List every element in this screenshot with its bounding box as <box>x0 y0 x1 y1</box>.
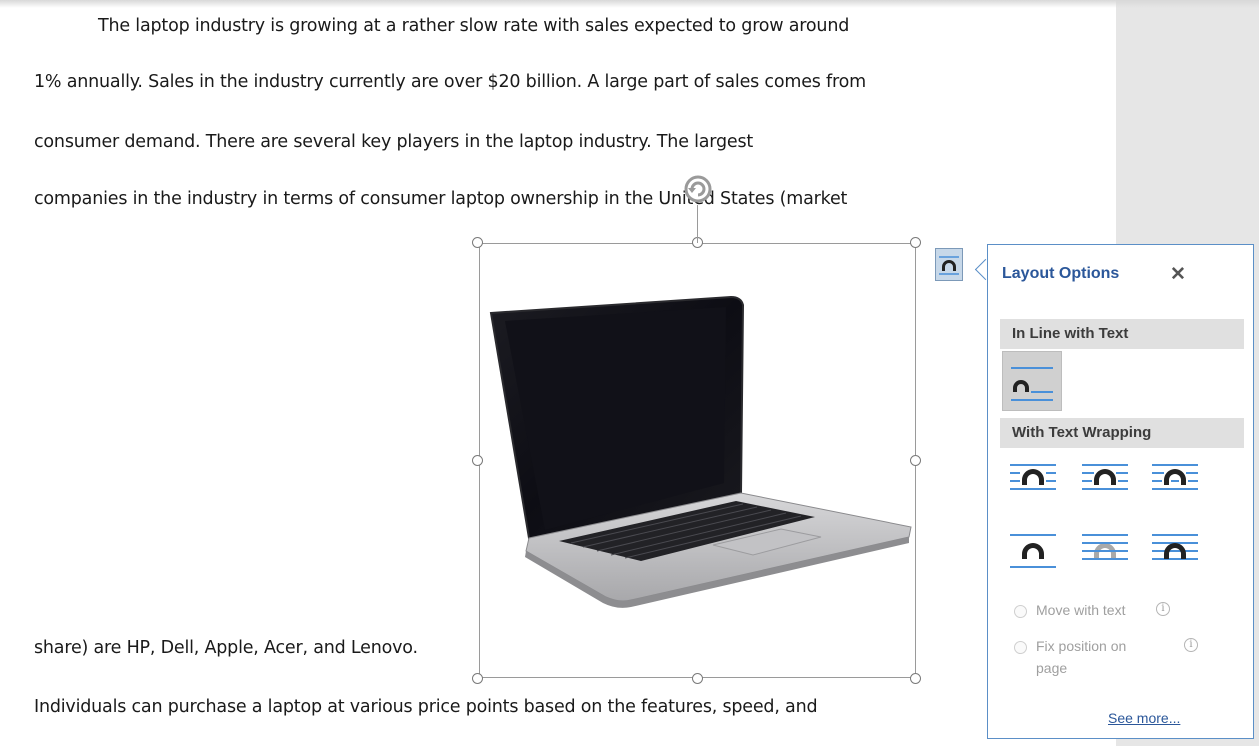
wrap-tight-option[interactable] <box>1074 455 1134 515</box>
resize-handle-bottom[interactable] <box>692 673 703 684</box>
resize-handle-bottom-right[interactable] <box>910 673 921 684</box>
paragraph-line: companies in the industry in terms of co… <box>34 189 848 209</box>
paragraph-line: The laptop industry is growing at a rath… <box>98 16 850 36</box>
fix-position-label-cont: page <box>1036 660 1068 676</box>
info-icon[interactable]: i <box>1156 602 1170 616</box>
paragraph-line: share) are HP, Dell, Apple, Acer, and Le… <box>34 638 418 658</box>
wrap-through-icon <box>1152 464 1198 490</box>
rotate-handle-icon[interactable] <box>683 174 713 204</box>
fix-position-label: Fix position on <box>1036 638 1127 654</box>
paragraph-line: 1% annually. Sales in the industry curre… <box>34 72 866 92</box>
wrap-square-option[interactable] <box>1002 455 1062 515</box>
inline-icon <box>1011 367 1053 401</box>
resize-handle-left[interactable] <box>472 455 483 466</box>
info-icon[interactable]: i <box>1184 638 1198 652</box>
wrap-top-bottom-icon <box>1010 534 1056 568</box>
wrap-square-icon <box>1010 464 1056 490</box>
wrap-behind-text-icon <box>1082 534 1128 560</box>
resize-handle-top-left[interactable] <box>472 237 483 248</box>
resize-handle-top-right[interactable] <box>910 237 921 248</box>
wrap-through-option[interactable] <box>1144 455 1204 515</box>
fix-position-radio[interactable] <box>1014 641 1027 654</box>
rotate-connector <box>697 205 698 243</box>
wrap-in-front-option[interactable] <box>1144 523 1204 583</box>
paragraph-line: consumer demand. There are several key p… <box>34 132 754 152</box>
see-more-link[interactable]: See more... <box>1108 710 1180 726</box>
laptop-picture[interactable] <box>481 245 914 676</box>
resize-handle-right[interactable] <box>910 455 921 466</box>
paragraph-line: Individuals can purchase a laptop at var… <box>34 697 818 717</box>
wrap-tight-icon <box>1082 464 1128 490</box>
ruler-shadow <box>0 0 1259 8</box>
wrap-top-bottom-option[interactable] <box>1002 523 1062 583</box>
pane-title: Layout Options <box>1002 265 1120 282</box>
layout-options-button[interactable] <box>935 248 963 281</box>
move-with-text-radio[interactable] <box>1014 605 1027 618</box>
wrap-inline-option[interactable] <box>1002 351 1062 411</box>
layout-options-icon <box>939 256 959 275</box>
move-with-text-label: Move with text <box>1036 602 1126 618</box>
wrap-in-front-icon <box>1152 534 1198 560</box>
wrapping-section-header: With Text Wrapping <box>1000 418 1244 448</box>
close-icon[interactable]: ✕ <box>1170 263 1186 286</box>
layout-options-pane: Layout Options ✕ In Line with Text With … <box>987 244 1254 739</box>
inline-section-header: In Line with Text <box>1000 319 1244 349</box>
wrap-behind-text-option[interactable] <box>1074 523 1134 583</box>
resize-handle-bottom-left[interactable] <box>472 673 483 684</box>
